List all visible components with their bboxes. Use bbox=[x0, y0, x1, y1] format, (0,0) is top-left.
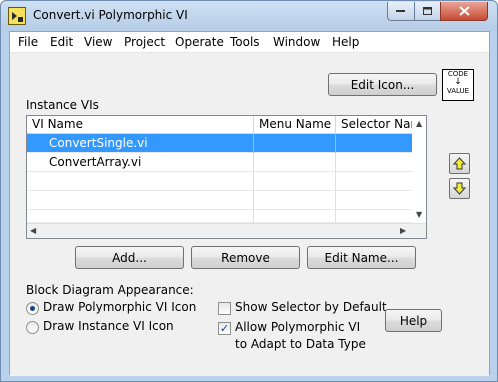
empty-cell bbox=[336, 191, 413, 210]
scroll-up-icon[interactable]: ▲ bbox=[416, 119, 422, 128]
show-selector-label[interactable]: Show Selector by Default bbox=[235, 300, 387, 314]
menu-name-cell bbox=[254, 153, 336, 172]
table-row-empty[interactable] bbox=[27, 172, 413, 191]
vi-name-cell: ConvertSingle.vi bbox=[27, 134, 254, 153]
menu-bar: File Edit View Project Operate Tools Win… bbox=[10, 32, 489, 53]
draw-polymorphic-radio[interactable] bbox=[26, 302, 39, 315]
menu-window[interactable]: Window bbox=[273, 35, 320, 49]
table-row-empty[interactable] bbox=[27, 210, 413, 223]
scroll-left-icon[interactable]: ◀ bbox=[30, 226, 36, 235]
menu-project[interactable]: Project bbox=[124, 35, 165, 49]
allow-adapt-label-line2[interactable]: to Adapt to Data Type bbox=[235, 337, 366, 351]
table-row[interactable]: ConvertSingle.vi bbox=[27, 134, 413, 153]
draw-instance-label[interactable]: Draw Instance VI Icon bbox=[43, 319, 174, 333]
selector-name-cell bbox=[336, 134, 413, 153]
empty-cell bbox=[336, 172, 413, 191]
menu-edit[interactable]: Edit bbox=[50, 35, 73, 49]
menu-help[interactable]: Help bbox=[332, 35, 359, 49]
menu-tools[interactable]: Tools bbox=[230, 35, 260, 49]
edit-name-button[interactable]: Edit Name... bbox=[307, 246, 416, 269]
arrow-down-icon: ↓ bbox=[454, 77, 462, 87]
maximize-button[interactable] bbox=[414, 2, 441, 21]
polymorphic-vi-window: Convert.vi Polymorphic VI File Edit View… bbox=[0, 0, 498, 382]
empty-cell bbox=[254, 191, 336, 210]
scroll-right-icon[interactable]: ▶ bbox=[400, 226, 406, 235]
polymorphic-vi-icon: CODE ↓ VALUE bbox=[442, 69, 474, 101]
close-button[interactable] bbox=[440, 2, 488, 21]
column-header-menu-name[interactable]: Menu Name bbox=[254, 116, 336, 134]
column-header-vi-name[interactable]: VI Name bbox=[27, 116, 254, 134]
empty-cell bbox=[336, 210, 413, 223]
table-row[interactable]: ConvertArray.vi bbox=[27, 153, 413, 172]
selector-name-cell bbox=[336, 153, 413, 172]
vi-name-cell: ConvertArray.vi bbox=[27, 153, 254, 172]
allow-adapt-checkbox[interactable]: ✓ bbox=[218, 322, 231, 335]
vertical-scrollbar[interactable]: ▲ ▼ bbox=[412, 116, 426, 223]
empty-cell bbox=[27, 191, 254, 210]
show-selector-checkbox[interactable] bbox=[218, 302, 231, 315]
menu-view[interactable]: View bbox=[84, 35, 112, 49]
empty-cell bbox=[254, 210, 336, 223]
edit-icon-button[interactable]: Edit Icon... bbox=[328, 73, 437, 96]
table-row-empty[interactable] bbox=[27, 191, 413, 210]
help-button[interactable]: Help bbox=[385, 309, 442, 332]
draw-instance-radio[interactable] bbox=[26, 321, 39, 334]
column-header-selector-name[interactable]: Selector Name bbox=[336, 116, 413, 134]
arrow-down-icon bbox=[453, 182, 466, 195]
add-button[interactable]: Add... bbox=[75, 246, 184, 269]
menu-file[interactable]: File bbox=[18, 35, 38, 49]
draw-polymorphic-label[interactable]: Draw Polymorphic VI Icon bbox=[43, 300, 196, 314]
instance-vis-listbox[interactable]: VI Name Menu Name Selector Name ConvertS… bbox=[26, 115, 427, 239]
dialog-client: File Edit View Project Operate Tools Win… bbox=[9, 31, 490, 376]
maximize-icon bbox=[422, 6, 432, 15]
menu-operate[interactable]: Operate bbox=[175, 35, 224, 49]
close-icon bbox=[458, 6, 470, 16]
labview-vi-icon bbox=[8, 7, 26, 25]
move-down-button[interactable] bbox=[449, 178, 470, 199]
window-title: Convert.vi Polymorphic VI bbox=[33, 8, 188, 22]
empty-cell bbox=[27, 210, 254, 223]
arrow-up-icon bbox=[453, 157, 466, 170]
block-diagram-appearance-label: Block Diagram Appearance: bbox=[26, 283, 194, 297]
scroll-down-icon[interactable]: ▼ bbox=[416, 210, 422, 219]
minimize-button[interactable] bbox=[387, 2, 415, 21]
title-bar[interactable]: Convert.vi Polymorphic VI bbox=[1, 1, 497, 31]
menu-name-cell bbox=[254, 134, 336, 153]
allow-adapt-label-line1[interactable]: Allow Polymorphic VI bbox=[235, 320, 360, 334]
move-up-button[interactable] bbox=[449, 153, 470, 174]
empty-cell bbox=[254, 172, 336, 191]
code-icon-bottom-text: VALUE bbox=[446, 87, 470, 95]
instance-vis-label: Instance VIs bbox=[26, 98, 99, 112]
remove-button[interactable]: Remove bbox=[191, 246, 300, 269]
empty-cell bbox=[27, 172, 254, 191]
dialog-content: Edit Icon... CODE ↓ VALUE Instance VIs V… bbox=[10, 53, 489, 376]
horizontal-scrollbar[interactable]: ◀ ▶ bbox=[27, 223, 426, 238]
minimize-icon bbox=[396, 10, 405, 12]
